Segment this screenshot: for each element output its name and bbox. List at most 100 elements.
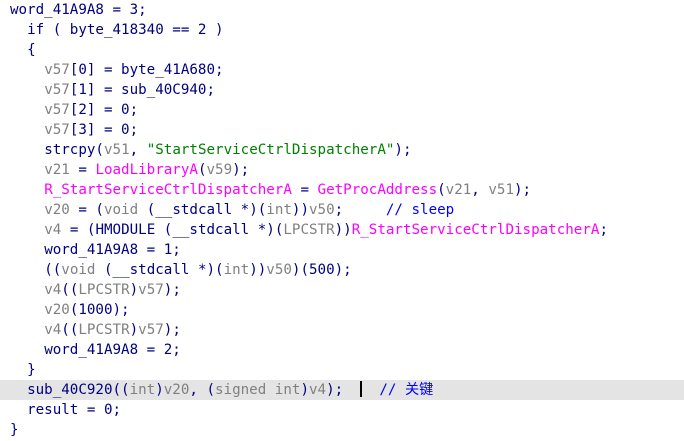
code-token: v50 <box>309 202 335 218</box>
code-token: , ( <box>189 382 216 398</box>
code-token: ) <box>129 282 139 298</box>
code-token: int <box>266 202 292 218</box>
code-token: = ( <box>69 202 104 218</box>
code-token: { <box>27 42 36 58</box>
code-token: , <box>471 182 489 198</box>
code-token: v51 <box>103 142 130 158</box>
code-line[interactable]: v4((LPCSTR)v57); <box>0 280 684 300</box>
code-line[interactable]: word_41A9A8 = 3; <box>0 0 684 20</box>
code-token: v50 <box>266 262 292 278</box>
code-token: } <box>27 362 36 378</box>
code-token: = <box>291 182 318 198</box>
code-token: ); <box>394 142 412 158</box>
pseudocode-view[interactable]: word_41A9A8 = 3; if ( byte_418340 == 2 ) {… <box>0 0 684 441</box>
code-line[interactable]: v20(1000); <box>0 300 684 320</box>
code-string: "StartServiceCtrlDispatcherA" <box>146 142 395 158</box>
code-token: void <box>103 202 139 218</box>
code-token: v4 <box>44 282 62 298</box>
code-line[interactable]: } <box>0 420 684 440</box>
code-token: v4 <box>44 222 62 238</box>
code-line[interactable]: word_41A9A8 = 1; <box>0 240 684 260</box>
code-token: ; <box>599 222 608 238</box>
code-token: ) <box>300 382 309 398</box>
code-token: ); <box>163 322 181 338</box>
code-token: sub_40C920(( <box>27 382 130 398</box>
code-token: word_41A9A8 = 2; <box>44 342 181 358</box>
code-line[interactable]: v57[3] = 0; <box>0 120 684 140</box>
code-line[interactable]: v57[1] = sub_40C940; <box>0 80 684 100</box>
code-token: result = 0; <box>27 402 122 418</box>
code-token: ); <box>232 162 250 178</box>
code-token: v20 <box>44 202 70 218</box>
code-token: LPCSTR <box>283 222 335 238</box>
code-token: ); <box>326 382 361 398</box>
code-token: (( <box>44 262 62 278</box>
code-token: = <box>69 162 96 178</box>
code-token: )) <box>334 222 352 238</box>
code-token: word_41A9A8 = 1; <box>44 242 181 258</box>
code-token: word_41A9A8 = 3; <box>10 2 147 18</box>
code-token: v21 <box>44 162 70 178</box>
code-token: signed int <box>215 382 301 398</box>
code-line[interactable]: strcpy(v51, "StartServiceCtrlDispatcherA… <box>0 140 684 160</box>
code-token: v57 <box>44 122 70 138</box>
code-line[interactable]: result = 0; <box>0 400 684 420</box>
code-comment: // sleep <box>385 202 455 218</box>
code-token: int <box>223 262 250 278</box>
code-token: } <box>10 422 19 438</box>
code-token: v57 <box>138 282 164 298</box>
code-token: ; <box>334 202 386 218</box>
code-token: [1] = sub_40C940; <box>69 82 216 98</box>
code-comment: // 关键 <box>379 382 434 398</box>
code-token: , <box>129 142 147 158</box>
code-line[interactable]: } <box>0 360 684 380</box>
code-token: v59 <box>206 162 233 178</box>
code-token: ) <box>129 322 139 338</box>
code-token: v4 <box>308 382 327 398</box>
code-token: if ( byte_418340 == 2 ) <box>27 22 224 38</box>
code-line[interactable]: v20 = (void (__stdcall *)(int))v50; // s… <box>0 200 684 220</box>
code-token: LoadLibraryA <box>95 162 198 178</box>
code-line[interactable]: if ( byte_418340 == 2 ) <box>0 20 684 40</box>
code-token: v57 <box>44 62 70 78</box>
code-token: ) <box>155 382 164 398</box>
code-token: [3] = 0; <box>69 122 139 138</box>
code-token: (__stdcall *)( <box>95 262 224 278</box>
code-token: v57 <box>138 322 164 338</box>
code-token: v21 <box>445 182 472 198</box>
code-token: (1000); <box>69 302 130 318</box>
code-token: strcpy( <box>44 142 104 158</box>
code-line[interactable]: v4((LPCSTR)v57); <box>0 320 684 340</box>
code-token: v57 <box>44 102 70 118</box>
code-token: v20 <box>44 302 70 318</box>
code-line[interactable]: { <box>0 40 684 60</box>
code-token: R_StartServiceCtrlDispatcherA <box>351 222 600 238</box>
code-token: (( <box>61 322 79 338</box>
code-token: ( <box>437 182 446 198</box>
code-token: [0] = byte_41A680; <box>69 62 224 78</box>
code-line[interactable]: word_41A9A8 = 2; <box>0 340 684 360</box>
code-token: LPCSTR <box>78 282 130 298</box>
code-token: )(500); <box>291 262 352 278</box>
code-line[interactable]: v4 = (HMODULE (__stdcall *)(LPCSTR))R_St… <box>0 220 684 240</box>
code-token: )) <box>249 262 267 278</box>
code-line[interactable]: v57[2] = 0; <box>0 100 684 120</box>
code-token: GetProcAddress <box>317 182 438 198</box>
code-token: = (HMODULE (__stdcall *)( <box>61 222 284 238</box>
code-token: v20 <box>163 382 190 398</box>
code-line[interactable]: R_StartServiceCtrlDispatcherA = GetProcA… <box>0 180 684 200</box>
code-line[interactable]: v57[0] = byte_41A680; <box>0 60 684 80</box>
code-token: v4 <box>44 322 62 338</box>
code-token: ); <box>514 182 532 198</box>
code-token: v51 <box>488 182 515 198</box>
code-token: (__stdcall *)( <box>138 202 267 218</box>
code-token: R_StartServiceCtrlDispatcherA <box>44 182 292 198</box>
code-token: int <box>129 382 156 398</box>
code-token: [2] = 0; <box>69 102 139 118</box>
code-line[interactable]: v21 = LoadLibraryA(v59); <box>0 160 684 180</box>
code-token: )) <box>291 202 309 218</box>
code-token: v57 <box>44 82 70 98</box>
code-line[interactable]: ((void (__stdcall *)(int))v50)(500); <box>0 260 684 280</box>
code-line[interactable]: sub_40C920((int)v20, (signed int)v4); //… <box>0 380 684 400</box>
